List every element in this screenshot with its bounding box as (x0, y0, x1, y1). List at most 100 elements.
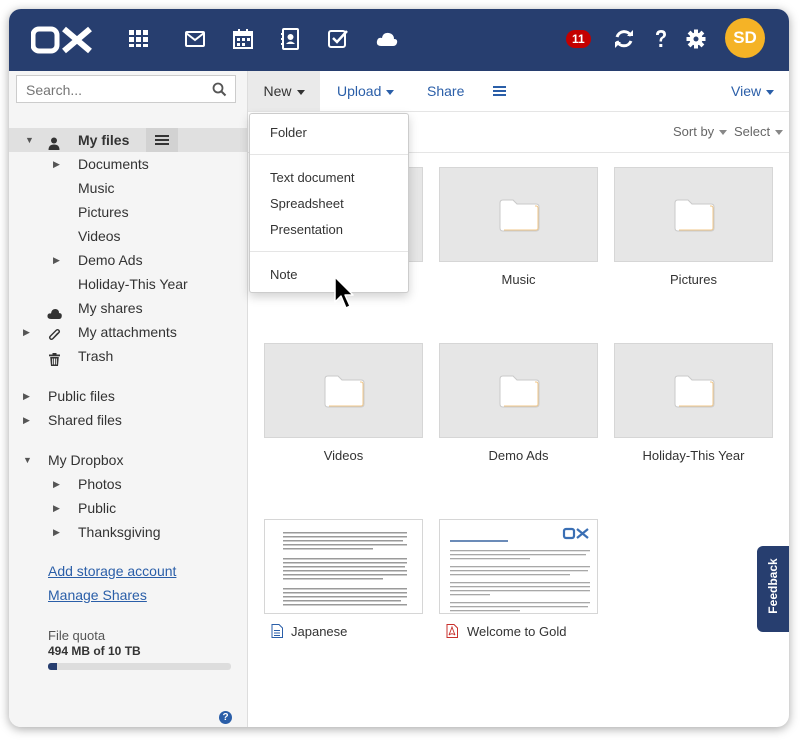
document-preview-image (283, 532, 407, 606)
item-name[interactable]: Holiday-This Year (614, 448, 773, 463)
apps-grid-icon[interactable] (126, 27, 150, 51)
tree-item-trash[interactable]: Trash (9, 344, 247, 368)
file-quota-fill (48, 663, 57, 670)
folder-tile-holiday[interactable] (614, 343, 773, 438)
upload-label: Upload (337, 83, 382, 99)
file-quota-bar (48, 663, 231, 670)
menu-item-presentation[interactable]: Presentation (270, 222, 343, 237)
tree-label: Public (78, 500, 117, 516)
tree-item-pictures[interactable]: Pictures (9, 200, 247, 224)
tree-label: Pictures (78, 204, 129, 220)
tree-item-demo-ads[interactable]: ▶ Demo Ads (9, 248, 247, 272)
sort-by-label: Sort by (673, 124, 715, 139)
folder-options-button[interactable] (146, 128, 178, 152)
refresh-icon[interactable] (612, 27, 636, 51)
tree-item-shared-files[interactable]: ▶ Shared files (9, 408, 247, 432)
item-name[interactable]: Videos (264, 448, 423, 463)
tree-label: My shares (78, 300, 143, 316)
tree-label: Music (78, 180, 115, 196)
folder-icon (674, 375, 715, 411)
ox-logo[interactable] (30, 26, 93, 54)
item-name[interactable]: Welcome to Gold (467, 624, 566, 639)
folder-tile-videos[interactable] (264, 343, 423, 438)
menu-item-spreadsheet[interactable]: Spreadsheet (270, 196, 344, 211)
tree-label: Documents (78, 156, 149, 172)
expand-arrow-icon[interactable]: ▶ (53, 248, 60, 272)
menu-item-note[interactable]: Note (270, 267, 297, 282)
upload-dropdown-button[interactable]: Upload (337, 71, 395, 111)
expand-arrow-icon[interactable]: ▼ (25, 128, 34, 152)
select-label: Select (734, 124, 771, 139)
help-circle-icon[interactable]: ? (219, 711, 232, 724)
expand-arrow-icon[interactable]: ▶ (23, 384, 30, 408)
tasks-icon[interactable] (326, 27, 350, 51)
feedback-label: Feedback (766, 558, 780, 614)
help-icon[interactable] (649, 27, 673, 51)
tree-item-public[interactable]: ▶ Public (9, 496, 247, 520)
view-dropdown-button[interactable]: View (731, 71, 775, 111)
folder-tile-demo-ads[interactable] (439, 343, 598, 438)
tree-label: Trash (78, 348, 114, 364)
tree-label: Shared files (48, 412, 122, 428)
menu-item-text-document[interactable]: Text document (270, 170, 355, 185)
caret-down-icon (766, 89, 775, 95)
feedback-tab[interactable]: Feedback (757, 546, 789, 632)
tree-label: Thanksgiving (78, 524, 161, 540)
tree-item-my-dropbox[interactable]: ▼ My Dropbox (9, 448, 247, 472)
share-button[interactable]: Share (427, 71, 464, 111)
tree-item-videos[interactable]: Videos (9, 224, 247, 248)
expand-arrow-icon[interactable]: ▶ (53, 520, 60, 544)
search-input[interactable] (24, 81, 208, 99)
drive-cloud-icon[interactable] (375, 27, 399, 51)
tree-label: My files (78, 132, 130, 148)
folder-icon (324, 375, 365, 411)
item-name[interactable]: Pictures (614, 272, 773, 287)
item-name[interactable]: Japanese (291, 624, 347, 639)
expand-arrow-icon[interactable]: ▶ (53, 152, 60, 176)
tree-item-thanksgiving[interactable]: ▶ Thanksgiving (9, 520, 247, 544)
folder-tile-pictures[interactable] (614, 167, 773, 262)
app-window: 11 SD ▼ My files (9, 9, 789, 727)
tree-item-my-attachments[interactable]: ▶ My attachments (9, 320, 247, 344)
folder-sidebar: ▼ My files ▶ Documents Music Pictures Vi… (9, 71, 248, 727)
item-name[interactable]: Music (439, 272, 598, 287)
expand-arrow-icon[interactable]: ▶ (23, 408, 30, 432)
caret-down-icon (296, 89, 305, 95)
tree-item-my-shares[interactable]: My shares (9, 296, 247, 320)
sort-by-dropdown[interactable]: Sort by (673, 124, 728, 139)
manage-shares-link[interactable]: Manage Shares (48, 587, 147, 603)
new-label: New (263, 83, 292, 99)
search-icon[interactable] (212, 82, 227, 100)
tree-label: Holiday-This Year (78, 276, 188, 292)
view-label: View (731, 83, 762, 99)
document-thumbnail-japanese[interactable] (264, 519, 423, 614)
caret-down-icon (719, 130, 728, 136)
address-book-icon[interactable] (278, 27, 302, 51)
add-storage-account-link[interactable]: Add storage account (48, 563, 176, 579)
tree-item-holiday[interactable]: Holiday-This Year (9, 272, 247, 296)
new-dropdown-button[interactable]: New (248, 71, 320, 111)
select-dropdown[interactable]: Select (734, 124, 784, 139)
document-thumbnail-welcome[interactable] (439, 519, 598, 614)
tree-item-my-files[interactable]: ▼ My files (9, 128, 247, 152)
mail-icon[interactable] (183, 27, 207, 51)
expand-arrow-icon[interactable]: ▶ (23, 320, 30, 344)
menu-item-folder[interactable]: Folder (270, 125, 307, 140)
tree-item-documents[interactable]: ▶ Documents (9, 152, 247, 176)
expand-arrow-icon[interactable]: ▶ (53, 496, 60, 520)
settings-gear-icon[interactable] (684, 27, 708, 51)
tree-item-music[interactable]: Music (9, 176, 247, 200)
expand-arrow-icon[interactable]: ▶ (53, 472, 60, 496)
calendar-icon[interactable] (231, 27, 255, 51)
item-name[interactable]: Demo Ads (439, 448, 598, 463)
collapse-arrow-icon[interactable]: ▼ (23, 448, 32, 472)
tree-label: My attachments (78, 324, 177, 340)
folder-tile-music[interactable] (439, 167, 598, 262)
user-avatar[interactable]: SD (725, 18, 765, 58)
folder-icon (674, 199, 715, 235)
notification-badge[interactable]: 11 (566, 30, 591, 48)
search-box[interactable] (16, 75, 236, 103)
tree-item-photos[interactable]: ▶ Photos (9, 472, 247, 496)
files-toolbar: New Upload Share View (248, 71, 789, 112)
tree-item-public-files[interactable]: ▶ Public files (9, 384, 247, 408)
